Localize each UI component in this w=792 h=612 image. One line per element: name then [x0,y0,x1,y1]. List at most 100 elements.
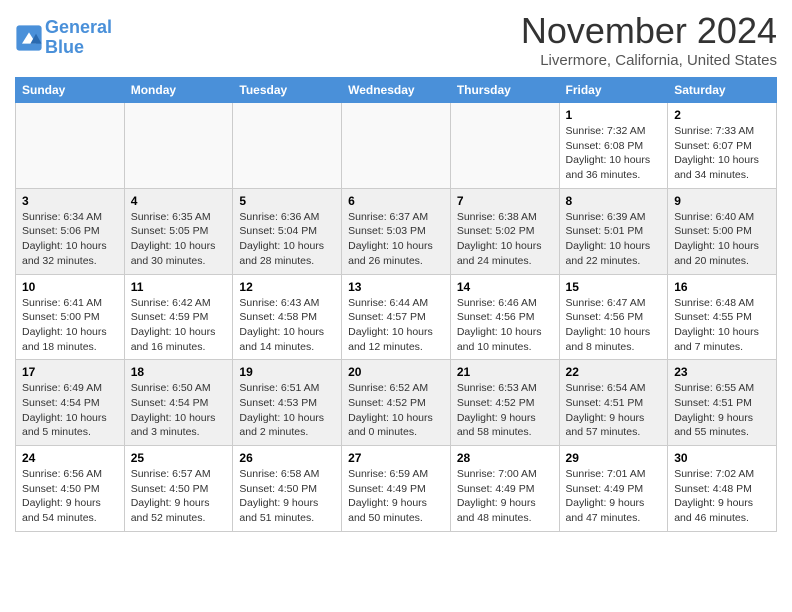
day-info: Sunrise: 6:42 AM Sunset: 4:59 PM Dayligh… [131,296,227,355]
calendar-day-cell [342,103,451,189]
calendar-day-cell: 17Sunrise: 6:49 AM Sunset: 4:54 PM Dayli… [16,360,125,446]
day-info: Sunrise: 6:38 AM Sunset: 5:02 PM Dayligh… [457,210,553,269]
calendar-day-cell: 13 Sunrise: 6:44 AM Sunset: 4:57 PM Dayli… [342,274,451,360]
calendar-week-row: 1 Sunrise: 7:32 AM Sunset: 6:08 PM Daylig… [16,103,777,189]
calendar-day-cell: 26 Sunrise: 6:58 AM Sunset: 4:50 PM Dayli… [233,446,342,532]
day-info: Sunrise: 6:56 AM Sunset: 4:50 PM Dayligh… [22,467,118,526]
day-info: Sunrise: 6:55 AM Sunset: 4:51 PM Dayligh… [674,381,770,440]
day-info: Sunrise: 7:00 AM Sunset: 4:49 PM Dayligh… [457,467,553,526]
calendar-day-cell: 8Sunrise: 6:39 AM Sunset: 5:01 PM Daylig… [559,188,668,274]
calendar-week-row: 3 Sunrise: 6:34 AM Sunset: 5:06 PM Daylig… [16,188,777,274]
day-info: Sunrise: 6:52 AM Sunset: 4:52 PM Dayligh… [348,381,444,440]
day-number: 24 [22,451,118,465]
day-number: 23 [674,365,770,379]
calendar-day-cell: 19 Sunrise: 6:51 AM Sunset: 4:53 PM Dayli… [233,360,342,446]
day-number: 10 [22,280,118,294]
day-number: 21 [457,365,553,379]
calendar-day-cell: 15Sunrise: 6:47 AM Sunset: 4:56 PM Dayli… [559,274,668,360]
month-title: November 2024 [521,10,777,52]
day-number: 5 [239,194,335,208]
day-number: 13 [348,280,444,294]
day-number: 12 [239,280,335,294]
day-number: 11 [131,280,227,294]
day-info: Sunrise: 6:53 AM Sunset: 4:52 PM Dayligh… [457,381,553,440]
day-info: Sunrise: 6:48 AM Sunset: 4:55 PM Dayligh… [674,296,770,355]
day-number: 19 [239,365,335,379]
title-area: November 2024 Livermore, California, Uni… [521,10,777,69]
day-info: Sunrise: 7:32 AM Sunset: 6:08 PM Dayligh… [566,124,662,183]
day-info: Sunrise: 6:57 AM Sunset: 4:50 PM Dayligh… [131,467,227,526]
weekday-header-wednesday: Wednesday [342,78,451,103]
day-number: 29 [566,451,662,465]
calendar-day-cell: 7 Sunrise: 6:38 AM Sunset: 5:02 PM Daylig… [450,188,559,274]
day-number: 7 [457,194,553,208]
calendar-day-cell: 12Sunrise: 6:43 AM Sunset: 4:58 PM Dayli… [233,274,342,360]
calendar-day-cell: 25Sunrise: 6:57 AM Sunset: 4:50 PM Dayli… [124,446,233,532]
calendar-day-cell [233,103,342,189]
calendar-day-cell [16,103,125,189]
calendar-day-cell: 21 Sunrise: 6:53 AM Sunset: 4:52 PM Dayli… [450,360,559,446]
calendar-day-cell: 18 Sunrise: 6:50 AM Sunset: 4:54 PM Dayli… [124,360,233,446]
day-info: Sunrise: 6:50 AM Sunset: 4:54 PM Dayligh… [131,381,227,440]
day-number: 1 [566,108,662,122]
day-info: Sunrise: 6:59 AM Sunset: 4:49 PM Dayligh… [348,467,444,526]
weekday-header-monday: Monday [124,78,233,103]
calendar-table: SundayMondayTuesdayWednesdayThursdayFrid… [15,77,777,532]
day-number: 14 [457,280,553,294]
calendar-day-cell: 3 Sunrise: 6:34 AM Sunset: 5:06 PM Daylig… [16,188,125,274]
day-number: 30 [674,451,770,465]
weekday-header-tuesday: Tuesday [233,78,342,103]
logo: General Blue [15,18,112,58]
calendar-day-cell [450,103,559,189]
calendar-week-row: 17Sunrise: 6:49 AM Sunset: 4:54 PM Dayli… [16,360,777,446]
weekday-header-sunday: Sunday [16,78,125,103]
day-info: Sunrise: 6:44 AM Sunset: 4:57 PM Dayligh… [348,296,444,355]
calendar-week-row: 24 Sunrise: 6:56 AM Sunset: 4:50 PM Dayli… [16,446,777,532]
day-info: Sunrise: 7:01 AM Sunset: 4:49 PM Dayligh… [566,467,662,526]
calendar-day-cell [124,103,233,189]
day-number: 3 [22,194,118,208]
day-info: Sunrise: 6:41 AM Sunset: 5:00 PM Dayligh… [22,296,118,355]
day-info: Sunrise: 7:33 AM Sunset: 6:07 PM Dayligh… [674,124,770,183]
day-number: 28 [457,451,553,465]
weekday-header-friday: Friday [559,78,668,103]
weekday-header-saturday: Saturday [668,78,777,103]
day-number: 9 [674,194,770,208]
header: General Blue November 2024 Livermore, Ca… [15,10,777,69]
location: Livermore, California, United States [521,52,777,69]
day-number: 26 [239,451,335,465]
calendar-day-cell: 16Sunrise: 6:48 AM Sunset: 4:55 PM Dayli… [668,274,777,360]
calendar-day-cell: 14 Sunrise: 6:46 AM Sunset: 4:56 PM Dayli… [450,274,559,360]
weekday-header-thursday: Thursday [450,78,559,103]
calendar-day-cell: 28 Sunrise: 7:00 AM Sunset: 4:49 PM Dayli… [450,446,559,532]
calendar-day-cell: 27 Sunrise: 6:59 AM Sunset: 4:49 PM Dayli… [342,446,451,532]
calendar-day-cell: 24 Sunrise: 6:56 AM Sunset: 4:50 PM Dayli… [16,446,125,532]
day-number: 18 [131,365,227,379]
calendar-day-cell: 1 Sunrise: 7:32 AM Sunset: 6:08 PM Daylig… [559,103,668,189]
day-info: Sunrise: 6:51 AM Sunset: 4:53 PM Dayligh… [239,381,335,440]
calendar-day-cell: 30Sunrise: 7:02 AM Sunset: 4:48 PM Dayli… [668,446,777,532]
day-info: Sunrise: 6:46 AM Sunset: 4:56 PM Dayligh… [457,296,553,355]
day-number: 4 [131,194,227,208]
weekday-header-row: SundayMondayTuesdayWednesdayThursdayFrid… [16,78,777,103]
day-number: 2 [674,108,770,122]
logo-text: General Blue [45,18,112,58]
day-number: 8 [566,194,662,208]
calendar-day-cell: 6Sunrise: 6:37 AM Sunset: 5:03 PM Daylig… [342,188,451,274]
logo-icon [15,24,43,52]
day-info: Sunrise: 6:54 AM Sunset: 4:51 PM Dayligh… [566,381,662,440]
calendar-day-cell: 20 Sunrise: 6:52 AM Sunset: 4:52 PM Dayli… [342,360,451,446]
day-number: 22 [566,365,662,379]
day-info: Sunrise: 6:40 AM Sunset: 5:00 PM Dayligh… [674,210,770,269]
day-number: 6 [348,194,444,208]
day-number: 27 [348,451,444,465]
calendar-day-cell: 29 Sunrise: 7:01 AM Sunset: 4:49 PM Dayli… [559,446,668,532]
day-info: Sunrise: 6:35 AM Sunset: 5:05 PM Dayligh… [131,210,227,269]
calendar-day-cell: 22 Sunrise: 6:54 AM Sunset: 4:51 PM Dayli… [559,360,668,446]
day-number: 20 [348,365,444,379]
day-info: Sunrise: 6:34 AM Sunset: 5:06 PM Dayligh… [22,210,118,269]
day-info: Sunrise: 6:58 AM Sunset: 4:50 PM Dayligh… [239,467,335,526]
calendar-day-cell: 2 Sunrise: 7:33 AM Sunset: 6:07 PM Daylig… [668,103,777,189]
day-info: Sunrise: 6:49 AM Sunset: 4:54 PM Dayligh… [22,381,118,440]
calendar-day-cell: 4 Sunrise: 6:35 AM Sunset: 5:05 PM Daylig… [124,188,233,274]
